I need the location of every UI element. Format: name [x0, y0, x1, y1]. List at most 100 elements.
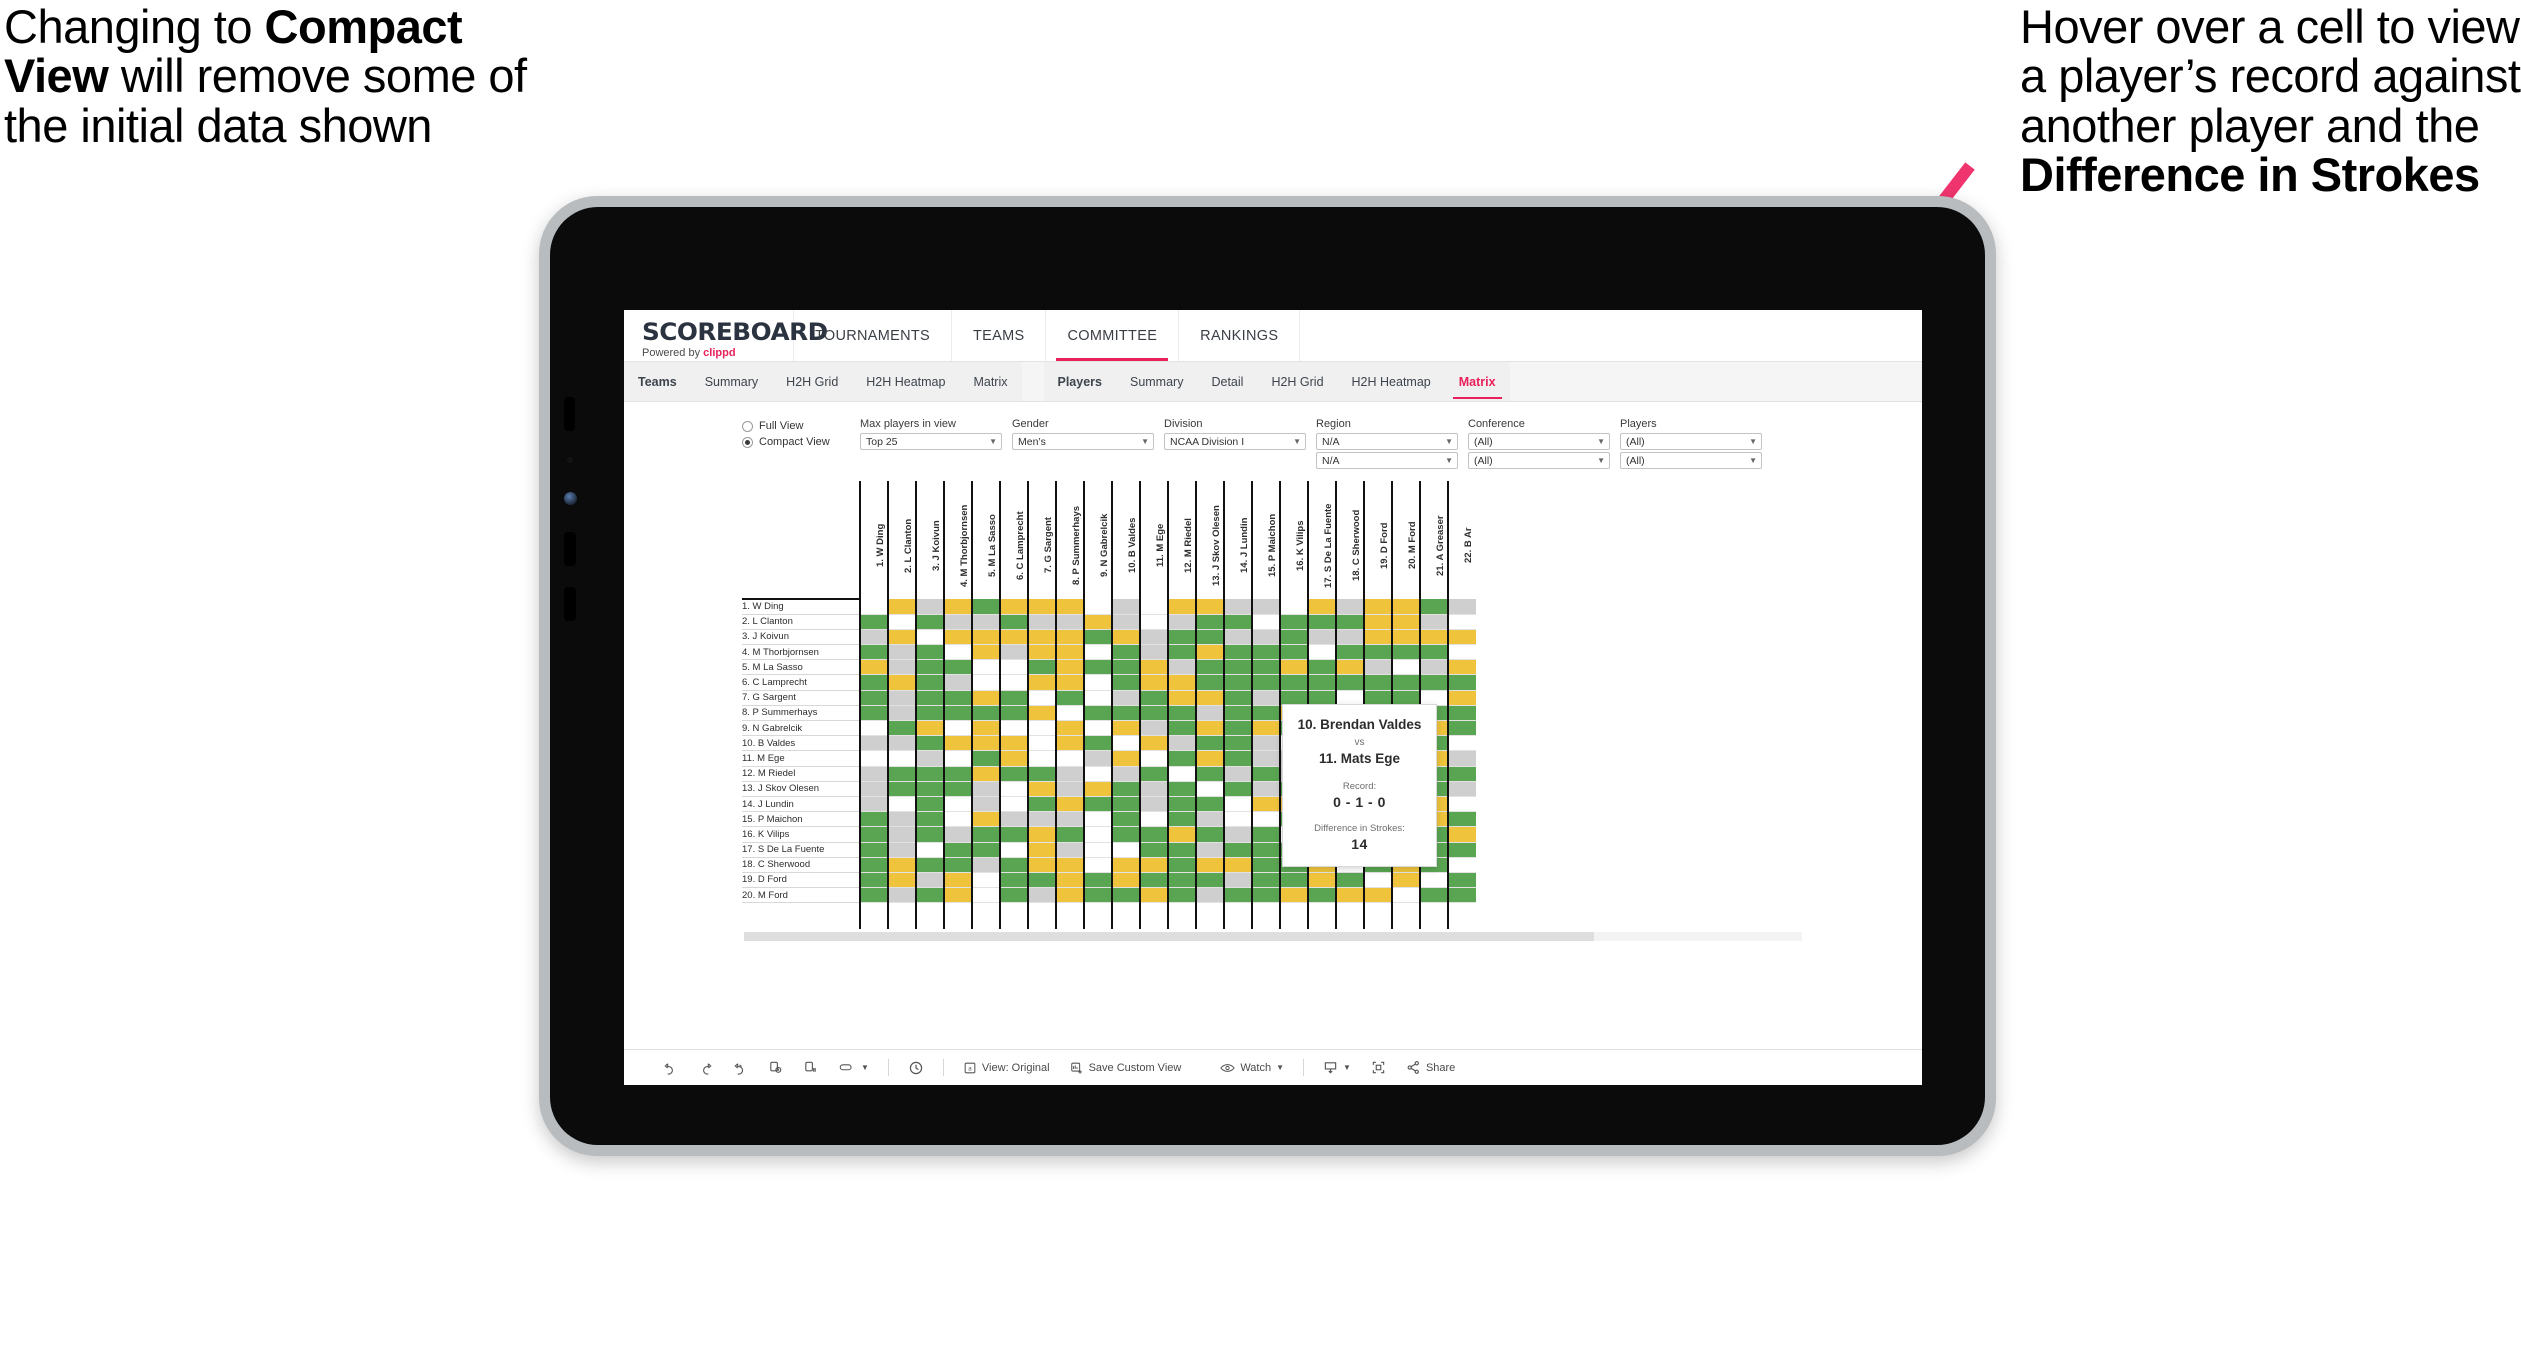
matrix-cell[interactable]	[1167, 705, 1196, 722]
matrix-row-label[interactable]: 17. S De La Fuente	[742, 841, 860, 858]
matrix-cell[interactable]	[1027, 614, 1056, 630]
matrix-cell[interactable]	[971, 887, 1000, 904]
matrix-cell[interactable]	[1111, 614, 1140, 630]
matrix-cell[interactable]	[943, 826, 972, 843]
matrix-cell[interactable]	[1447, 720, 1476, 737]
matrix-cell[interactable]	[1027, 599, 1056, 615]
matrix-cell[interactable]	[859, 887, 888, 904]
matrix-cell[interactable]	[943, 750, 972, 767]
matrix-cell[interactable]	[971, 811, 1000, 828]
matrix-cell[interactable]	[859, 750, 888, 767]
matrix-cell[interactable]	[1335, 659, 1364, 676]
matrix-cell[interactable]	[1027, 705, 1056, 722]
matrix-cell[interactable]	[1195, 674, 1224, 691]
matrix-cell[interactable]	[1111, 735, 1140, 752]
matrix-cell[interactable]	[1335, 872, 1364, 889]
matrix-cell[interactable]	[971, 750, 1000, 767]
matrix-cell[interactable]	[1223, 857, 1252, 873]
matrix-column-header[interactable]: 19. D Ford	[1363, 481, 1392, 599]
matrix-cell[interactable]	[1055, 659, 1084, 676]
matrix-cell[interactable]	[999, 842, 1028, 858]
matrix-cell[interactable]	[1027, 720, 1056, 737]
matrix-cell[interactable]	[971, 674, 1000, 691]
matrix-cell[interactable]	[1223, 750, 1252, 767]
matrix-cell[interactable]	[887, 614, 916, 630]
matrix-cell[interactable]	[971, 857, 1000, 873]
chevron-down-icon[interactable]: ▼	[861, 1063, 869, 1072]
matrix-cell[interactable]	[1223, 614, 1252, 630]
matrix-column-header[interactable]: 21. A Greaser	[1419, 481, 1448, 599]
matrix-cell[interactable]	[1139, 842, 1168, 858]
matrix-column-header[interactable]: 9. N Gabrelcik	[1083, 481, 1112, 599]
matrix-cell[interactable]	[1139, 796, 1168, 813]
matrix-cell[interactable]	[971, 614, 1000, 630]
matrix-cell[interactable]	[1195, 826, 1224, 843]
matrix-cell[interactable]	[1055, 872, 1084, 889]
matrix-cell[interactable]	[887, 690, 916, 706]
matrix-cell[interactable]	[943, 887, 972, 904]
matrix-cell[interactable]	[1391, 887, 1420, 904]
matrix-cell[interactable]	[1251, 887, 1280, 904]
matrix-cell[interactable]	[1447, 826, 1476, 843]
matrix-cell[interactable]	[1055, 599, 1084, 615]
matrix-cell[interactable]	[971, 659, 1000, 676]
matrix-row-label[interactable]: 11. M Ege	[742, 750, 860, 767]
matrix-cell[interactable]	[1251, 811, 1280, 828]
matrix-cell[interactable]	[887, 674, 916, 691]
matrix-cell[interactable]	[887, 766, 916, 782]
matrix-cell[interactable]	[1251, 872, 1280, 889]
matrix-cell[interactable]	[859, 872, 888, 889]
matrix-cell[interactable]	[1223, 826, 1252, 843]
matrix-cell[interactable]	[1195, 766, 1224, 782]
matrix-cell[interactable]	[1111, 796, 1140, 813]
matrix-cell[interactable]	[1195, 857, 1224, 873]
matrix-cell[interactable]	[999, 781, 1028, 797]
matrix-cell[interactable]	[1055, 735, 1084, 752]
matrix-cell[interactable]	[1167, 750, 1196, 767]
matrix-cell[interactable]	[887, 735, 916, 752]
matrix-cell[interactable]	[1167, 887, 1196, 904]
matrix-cell[interactable]	[887, 750, 916, 767]
radio-indicator[interactable]	[742, 420, 753, 432]
matrix-cell[interactable]	[1447, 857, 1476, 873]
matrix-column-header[interactable]: 22. B Ar	[1447, 481, 1476, 599]
matrix-cell[interactable]	[1223, 781, 1252, 797]
matrix-cell[interactable]	[1083, 781, 1112, 797]
matrix-cell[interactable]	[1251, 599, 1280, 615]
matrix-cell[interactable]	[1167, 796, 1196, 813]
matrix-cell[interactable]	[999, 614, 1028, 630]
matrix-cell[interactable]	[943, 735, 972, 752]
matrix-cell[interactable]	[1111, 720, 1140, 737]
matrix-cell[interactable]	[887, 720, 916, 737]
matrix-cell[interactable]	[1111, 766, 1140, 782]
matrix-cell[interactable]	[1139, 887, 1168, 904]
matrix-cell[interactable]	[1335, 887, 1364, 904]
matrix-cell[interactable]	[859, 842, 888, 858]
matrix-cell[interactable]	[915, 735, 944, 752]
matrix-cell[interactable]	[1447, 690, 1476, 706]
matrix-cell[interactable]	[1027, 644, 1056, 661]
matrix-cell[interactable]	[1139, 614, 1168, 630]
matrix-cell[interactable]	[971, 735, 1000, 752]
matrix-cell[interactable]	[1419, 674, 1448, 691]
matrix-cell[interactable]	[1223, 720, 1252, 737]
matrix-cell[interactable]	[943, 629, 972, 646]
matrix-cell[interactable]	[943, 599, 972, 615]
matrix-cell[interactable]	[1279, 872, 1308, 889]
sub-tab-h2h-heatmap[interactable]: H2H Heatmap	[1338, 362, 1445, 401]
matrix-cell[interactable]	[971, 705, 1000, 722]
matrix-cell[interactable]	[1055, 690, 1084, 706]
matrix-cell[interactable]	[943, 781, 972, 797]
matrix-cell[interactable]	[1167, 872, 1196, 889]
matrix-column-header[interactable]: 15. P Maichon	[1251, 481, 1280, 599]
matrix-cell[interactable]	[1447, 842, 1476, 858]
matrix-cell[interactable]	[915, 599, 944, 615]
dropdown-max-players-in-view[interactable]: Top 25 ▼	[860, 433, 1002, 450]
matrix-cell[interactable]	[887, 842, 916, 858]
matrix-cell[interactable]	[887, 599, 916, 615]
matrix-cell[interactable]	[971, 629, 1000, 646]
matrix-cell[interactable]	[943, 857, 972, 873]
matrix-cell[interactable]	[943, 811, 972, 828]
dropdown-conference-2[interactable]: (All) ▼	[1468, 452, 1610, 469]
matrix-row-label[interactable]: 16. K Vilips	[742, 826, 860, 843]
